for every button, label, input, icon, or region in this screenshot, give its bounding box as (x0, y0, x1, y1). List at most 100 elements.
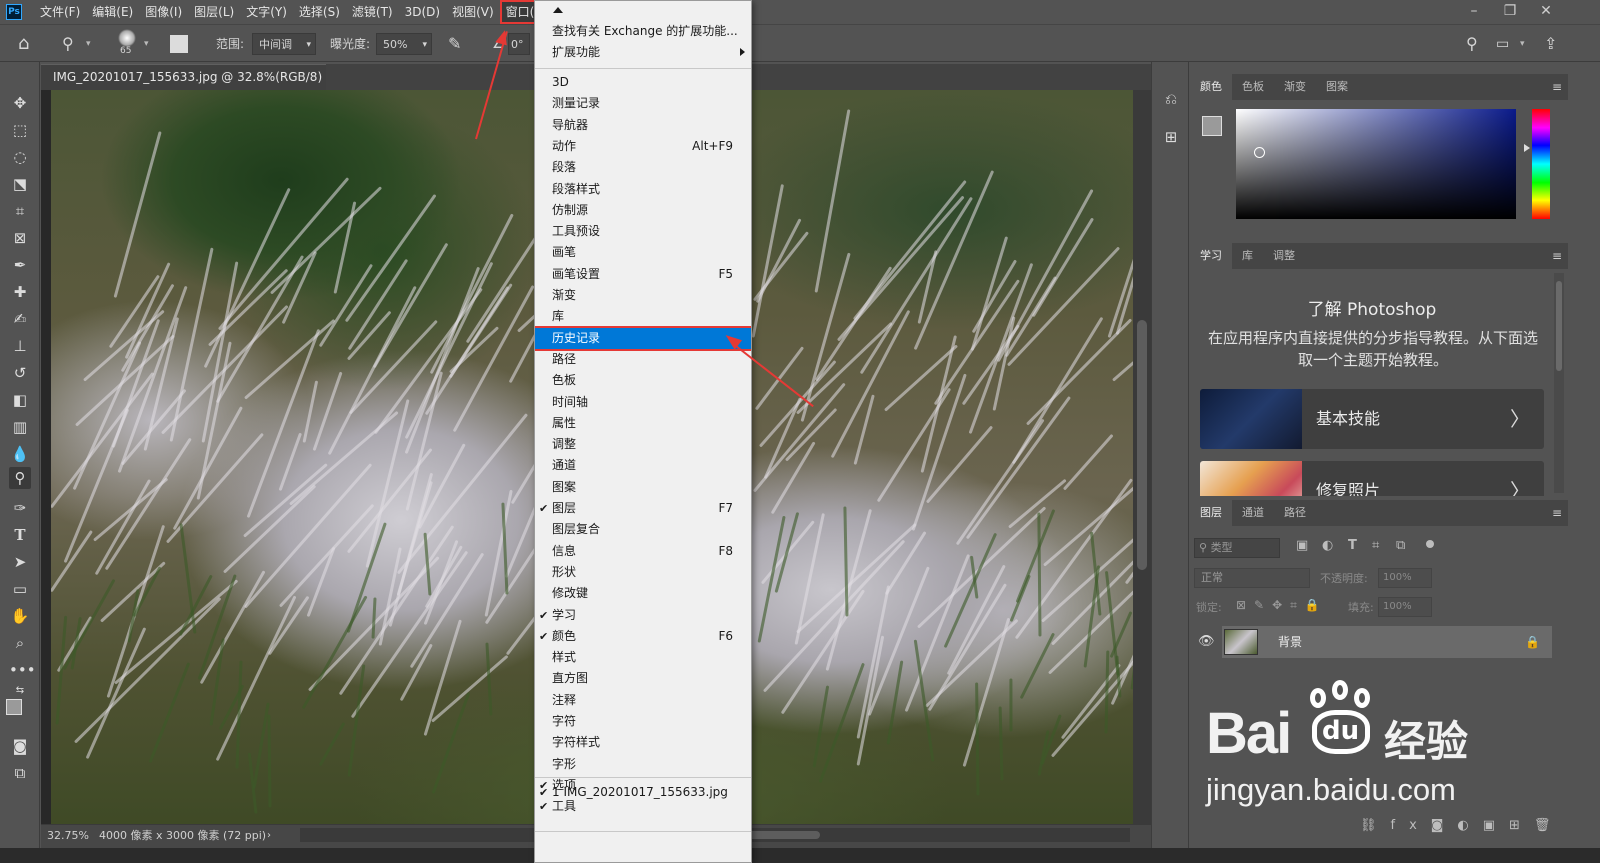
hue-slider[interactable] (1532, 109, 1550, 219)
filter-shape-icon[interactable]: ⌗ (1372, 538, 1379, 553)
rectangle-tool-icon[interactable]: ▭ (9, 578, 31, 600)
menu-1[interactable]: 编辑(E) (86, 0, 139, 24)
panel-menu-icon[interactable]: ≡ (1552, 80, 1562, 94)
opacity-input[interactable]: 100% (1378, 568, 1432, 588)
window-menu-item[interactable]: ✔ 图层 F7 (535, 498, 751, 519)
color-field[interactable] (1236, 109, 1516, 219)
foreground-color-swatch[interactable] (1202, 116, 1222, 136)
brush-panel-icon[interactable] (170, 35, 188, 53)
panel-menu-icon[interactable]: ≡ (1552, 506, 1562, 520)
window-menu-item[interactable]: 信息 F8 (535, 541, 751, 562)
lasso-tool-icon[interactable]: ◌ (9, 146, 31, 168)
filter-adjustment-icon[interactable]: ◐ (1322, 538, 1333, 553)
properties-panel-icon[interactable]: ⊞ (1160, 126, 1182, 148)
window-menu-item[interactable]: 修改键 (535, 583, 751, 604)
learn-card-basic-skills[interactable]: 基本技能 〉 (1200, 389, 1544, 449)
scroll-thumb[interactable] (1556, 281, 1562, 371)
foreground-color-swatch[interactable] (6, 699, 22, 715)
learn-scrollbar[interactable] (1554, 273, 1564, 493)
window-menu-item[interactable]: 样式 (535, 647, 751, 668)
brush-tool-icon[interactable]: ✍ (9, 308, 31, 330)
scroll-thumb[interactable] (1137, 320, 1147, 570)
zoom-level[interactable]: 32.75% (47, 825, 89, 847)
chevron-down-icon[interactable]: ▾ (144, 33, 149, 55)
workspace-icon[interactable]: ▭ (1496, 33, 1509, 55)
minimize-icon[interactable]: – (1456, 0, 1492, 24)
window-menu-item[interactable]: ✔ 颜色 F6 (535, 626, 751, 647)
panel-tab[interactable]: 图层 (1190, 500, 1232, 526)
exposure-input[interactable]: 50% ▾ (376, 33, 432, 55)
window-menu-item[interactable]: 查找有关 Exchange 的扩展功能... (535, 21, 751, 42)
menu-6[interactable]: 滤镜(T) (346, 0, 399, 24)
eyedropper-tool-icon[interactable]: ✒ (9, 254, 31, 276)
filter-type-icon[interactable]: T (1348, 538, 1357, 553)
panel-tab[interactable]: 色板 (1232, 74, 1274, 100)
panel-tab[interactable]: 路径 (1274, 500, 1316, 526)
layer-row-background[interactable]: 背景 🔒 (1222, 626, 1552, 658)
panel-menu-icon[interactable]: ≡ (1552, 249, 1562, 263)
panel-tab[interactable]: 图案 (1316, 74, 1358, 100)
crop-tool-icon[interactable]: ⌗ (9, 200, 31, 222)
window-menu-item[interactable]: 扩展功能 (535, 42, 751, 63)
clone-stamp-tool-icon[interactable]: ⊥ (9, 335, 31, 357)
eraser-tool-icon[interactable]: ◧ (9, 389, 31, 411)
blend-mode-select[interactable]: 正常 (1194, 568, 1310, 588)
window-menu-item[interactable]: ✔ 1 IMG_20201017_155633.jpg (535, 782, 751, 803)
layer-visibility-eye-icon[interactable]: 👁 (1198, 634, 1215, 649)
pen-tool-icon[interactable]: ✑ (9, 497, 31, 519)
quick-mask-icon[interactable]: ◙ (9, 735, 31, 757)
window-menu-item[interactable]: 段落 (535, 157, 751, 178)
window-menu-item[interactable]: 字符样式 (535, 732, 751, 753)
color-picker-cursor[interactable] (1254, 147, 1265, 158)
more-tools-icon[interactable]: ••• (9, 659, 36, 681)
window-menu-item[interactable]: 仿制源 (535, 200, 751, 221)
home-icon[interactable]: ⌂ (18, 33, 29, 55)
type-tool-icon[interactable]: T (9, 524, 31, 546)
window-menu-item[interactable]: 3D (535, 72, 751, 93)
history-panel-icon[interactable]: ⎌ (1160, 88, 1182, 110)
window-menu-item[interactable]: 路径 (535, 349, 751, 370)
window-menu-item[interactable]: 形状 (535, 562, 751, 583)
move-tool-icon[interactable]: ✥ (9, 92, 31, 114)
window-menu-item[interactable]: 库 (535, 306, 751, 327)
range-select[interactable]: 中间调 ▾ (252, 33, 316, 55)
window-menu-item[interactable]: 画笔设置 F5 (535, 264, 751, 285)
filter-toggle-icon[interactable] (1426, 540, 1434, 548)
window-menu-item[interactable]: 色板 (535, 370, 751, 391)
share-icon[interactable]: ⇪ (1544, 33, 1557, 55)
menu-3[interactable]: 图层(L) (188, 0, 240, 24)
panel-tab[interactable]: 通道 (1232, 500, 1274, 526)
window-menu-item[interactable]: 属性 (535, 413, 751, 434)
menu-8[interactable]: 视图(V) (446, 0, 500, 24)
menu-7[interactable]: 3D(D) (399, 0, 446, 24)
window-menu-item[interactable]: 时间轴 (535, 392, 751, 413)
window-menu-item[interactable]: 历史记录 (535, 325, 751, 351)
history-brush-tool-icon[interactable]: ↺ (9, 362, 31, 384)
chevron-down-icon[interactable]: ▾ (86, 33, 91, 55)
dodge-tool-icon[interactable]: ⚲ (9, 467, 31, 489)
window-menu-item[interactable]: 调整 (535, 434, 751, 455)
panel-tab[interactable]: 颜色 (1190, 74, 1232, 100)
window-menu-item[interactable]: 渐变 (535, 285, 751, 306)
menu-scroll-up-icon[interactable] (553, 7, 563, 13)
layer-actions[interactable]: ⛓fx◙◐▣⊞🗑 (1360, 818, 1564, 833)
chevron-down-icon[interactable]: ▾ (1520, 33, 1525, 55)
window-menu-item[interactable]: 段落样式 (535, 179, 751, 200)
filter-smart-object-icon[interactable]: ⧉ (1396, 538, 1405, 553)
menu-5[interactable]: 选择(S) (293, 0, 346, 24)
panel-tab[interactable]: 渐变 (1274, 74, 1316, 100)
filter-pixel-icon[interactable]: ▣ (1296, 538, 1308, 553)
blur-tool-icon[interactable]: 💧 (9, 443, 31, 465)
window-menu-item[interactable]: 字形 (535, 754, 751, 775)
menu-0[interactable]: 文件(F) (34, 0, 86, 24)
layer-filter-select[interactable]: ⚲ 类型 (1194, 538, 1280, 558)
window-menu-item[interactable]: ✔ 学习 (535, 605, 751, 626)
menu-4[interactable]: 文字(Y) (240, 0, 293, 24)
zoom-tool-icon[interactable]: ⌕ (9, 632, 31, 654)
quick-select-tool-icon[interactable]: ⬔ (9, 173, 31, 195)
marquee-tool-icon[interactable]: ⬚ (9, 119, 31, 141)
dodge-tool-preset-icon[interactable]: ⚲ (62, 33, 74, 55)
learn-card-fix-photo[interactable]: 修复照片 〉 (1200, 461, 1544, 496)
panel-tab[interactable]: 学习 (1190, 243, 1232, 269)
frame-tool-icon[interactable]: ⊠ (9, 227, 31, 249)
